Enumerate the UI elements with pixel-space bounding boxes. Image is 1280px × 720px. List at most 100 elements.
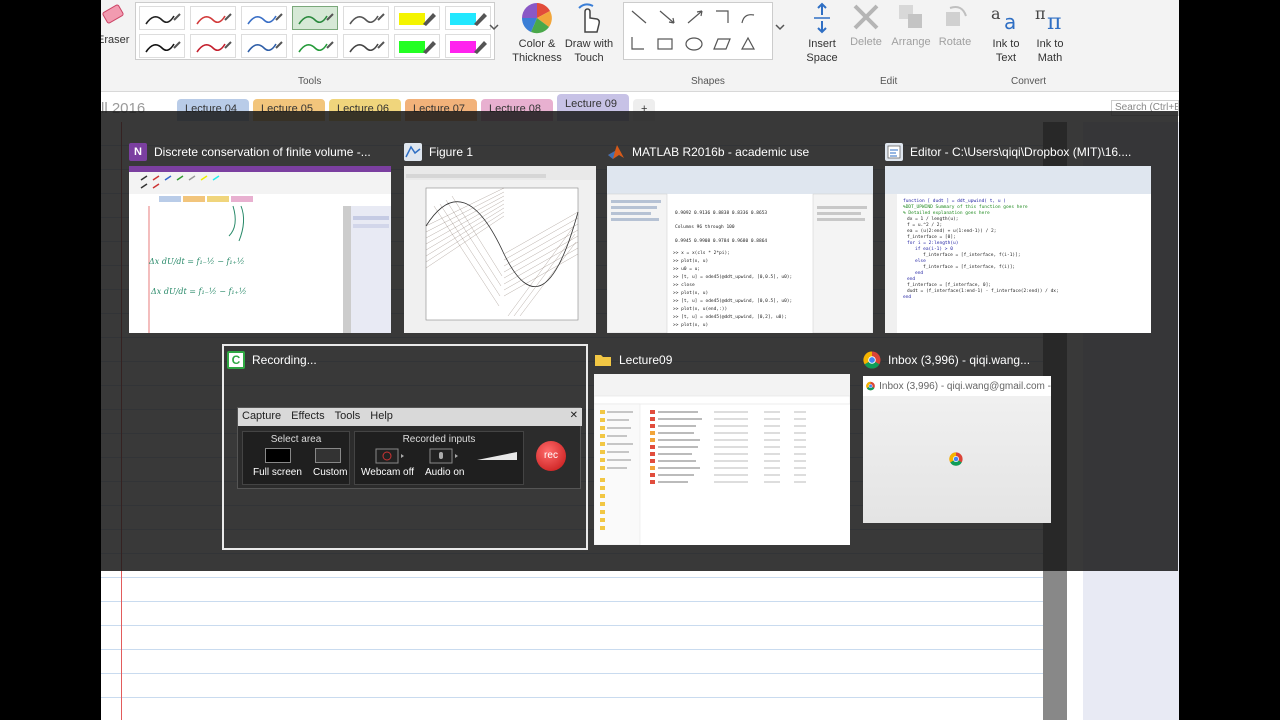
window-thumbnail <box>404 166 596 333</box>
shapes-gallery[interactable] <box>623 2 773 60</box>
svg-text:for i = 2:length(u): for i = 2:length(u) <box>907 240 958 246</box>
pen-gallery[interactable] <box>135 2 495 60</box>
window-title: Figure 1 <box>429 145 474 159</box>
arrange-icon <box>899 5 922 28</box>
full-screen-button[interactable]: Full screen <box>253 467 302 478</box>
menu-effects[interactable]: Effects <box>291 410 324 424</box>
shapes-more-icon[interactable] <box>775 22 785 32</box>
folder-icon <box>595 355 611 366</box>
chrome-icon <box>863 351 881 369</box>
svg-text:Δx dU/dt = f₁₋½ − f₁₊½: Δx dU/dt = f₁₋½ − f₁₊½ <box>150 287 247 296</box>
pen-swatch[interactable] <box>292 6 338 30</box>
arrange-button[interactable]: Arrange <box>889 2 933 49</box>
chrome-loading-logo-icon <box>949 452 963 466</box>
window-title: Editor - C:\Users\qiqi\Dropbox (MIT)\16.… <box>910 145 1132 159</box>
svg-text:>> u0 = u;: >> u0 = u; <box>673 266 700 272</box>
shapes-icons <box>631 10 756 51</box>
pen-stroke-icon <box>145 13 181 25</box>
window-title-bar: C Recording... <box>227 349 583 371</box>
task-window-figure1[interactable]: Figure 1 <box>404 141 596 333</box>
webcam-off-button[interactable]: Webcam off <box>361 467 414 478</box>
svg-text:a: a <box>1004 10 1016 34</box>
menu-help[interactable]: Help <box>370 410 393 424</box>
pen-stroke-icon <box>247 13 283 25</box>
svg-text:%DDT_UPWIND Summary of this fu: %DDT_UPWIND Summary of this function goe… <box>903 204 1028 210</box>
pen-swatch[interactable] <box>445 34 491 58</box>
delete-x-icon <box>853 4 879 30</box>
svg-text:a: a <box>991 4 1001 23</box>
gallery-more-icon[interactable] <box>489 22 499 32</box>
window-thumbnail: Δx dU/dt = f₁₋½ − f₁₊½ Δx dU/dt = f₁₋½ −… <box>129 166 391 333</box>
task-window-onenote[interactable]: N Discrete conservation of finite volume… <box>129 141 391 333</box>
microphone-icon[interactable] <box>429 448 459 464</box>
svg-text:if ea(i-1) > 0: if ea(i-1) > 0 <box>915 246 953 252</box>
menu-capture[interactable]: Capture <box>242 410 281 424</box>
pen-swatch[interactable] <box>343 34 389 58</box>
audio-on-button[interactable]: Audio on <box>425 467 464 478</box>
figure-thumbnail-art <box>404 166 596 321</box>
svg-text:dx = 1 / length(u);: dx = 1 / length(u); <box>907 216 958 222</box>
svg-text:f_interface = [f_interface, f(: f_interface = [f_interface, f(i-1)]; <box>923 252 1021 258</box>
window-title-bar: Figure 1 <box>404 141 596 163</box>
custom-button[interactable]: Custom <box>313 467 347 478</box>
window-title-bar: MATLAB R2016b - academic use <box>607 141 873 163</box>
ribbon: Eraser Color & Thickness Dr <box>101 0 1179 92</box>
pen-swatch[interactable] <box>190 34 236 58</box>
pen-swatch[interactable] <box>445 6 491 30</box>
webcam-icon[interactable] <box>375 448 405 464</box>
svg-text:>> close: >> close <box>673 282 695 288</box>
eraser-button[interactable]: Eraser <box>101 2 129 47</box>
pen-swatch[interactable] <box>343 6 389 30</box>
window-title: Inbox (3,996) - qiqi.wang... <box>888 353 1031 367</box>
pen-swatch[interactable] <box>241 34 287 58</box>
pen-swatch[interactable] <box>241 6 287 30</box>
matlab-thumbnail-art: 0.9092 0.9136 0.8838 0.8336 0.8653 Colum… <box>607 166 873 333</box>
task-window-explorer[interactable]: Lecture09 <box>594 349 850 545</box>
pen-swatch[interactable] <box>139 34 185 58</box>
ink-to-math-button[interactable]: π π Ink to Math <box>1029 2 1071 65</box>
ink-to-text-button[interactable]: a a Ink to Text <box>985 2 1027 65</box>
group-label-shapes: Shapes <box>691 76 725 87</box>
custom-area-icon[interactable] <box>315 448 341 463</box>
svg-text:f = u.^2 / 2;: f = u.^2 / 2; <box>907 222 942 228</box>
svg-text:ea = (u(2:end) + u(1:end-1)) /: ea = (u(2:end) + u(1:end-1)) / 2; <box>907 228 996 234</box>
pen-swatch[interactable] <box>394 34 440 58</box>
fullscreen-icon[interactable] <box>265 448 291 463</box>
draw-with-touch-button[interactable]: Draw with Touch <box>559 2 619 65</box>
group-label-tools: Tools <box>298 76 322 87</box>
svg-text:f_interface = [0];: f_interface = [0]; <box>907 234 956 240</box>
svg-text:>> [t, u] = ode45(@ddt_upwind,: >> [t, u] = ode45(@ddt_upwind, [0,0.5], … <box>673 298 792 304</box>
delete-label: Delete <box>850 36 882 48</box>
insert-space-label: Insert Space <box>806 38 838 64</box>
group-label-edit: Edit <box>880 76 898 87</box>
pen-swatch[interactable] <box>292 34 338 58</box>
ink-to-math-label: Ink to Math <box>1036 38 1064 64</box>
pen-stroke-icon <box>349 13 385 25</box>
rotate-button[interactable]: Rotate <box>933 2 977 49</box>
task-window-chrome[interactable]: Inbox (3,996) - qiqi.wang... Inbox (3,99… <box>863 349 1051 523</box>
svg-text:>> plot(x, u): >> plot(x, u) <box>673 322 708 328</box>
pen-stroke-icon <box>298 41 334 53</box>
pen-swatch[interactable] <box>394 6 440 30</box>
audio-level-slider[interactable] <box>477 450 517 462</box>
window-title-bar: Lecture09 <box>594 349 850 371</box>
task-window-recording[interactable]: C Recording... Capture Effects Tools Hel… <box>227 349 583 545</box>
delete-button[interactable]: Delete <box>846 2 886 49</box>
menu-tools[interactable]: Tools <box>335 410 361 424</box>
task-window-editor[interactable]: Editor - C:\Users\qiqi\Dropbox (MIT)\16.… <box>885 141 1151 333</box>
insert-space-icon <box>814 2 830 34</box>
window-thumbnail: function [ dudt ] = ddt_upwind( t, u ) %… <box>885 166 1151 333</box>
pen-swatch[interactable] <box>190 6 236 30</box>
rotate-label: Rotate <box>938 36 972 48</box>
svg-text:>> [t, u] = ode45(@ddt_upwind,: >> [t, u] = ode45(@ddt_upwind, [0,0.5], … <box>673 274 792 280</box>
task-window-matlab[interactable]: MATLAB R2016b - academic use 0.9092 0.91… <box>607 141 873 333</box>
pen-stroke-icon <box>247 41 283 53</box>
explorer-thumbnail-art <box>594 374 850 545</box>
pen-swatch[interactable] <box>139 6 185 30</box>
record-button[interactable]: rec <box>536 441 566 471</box>
close-icon[interactable]: ✕ <box>570 410 578 424</box>
insert-space-button[interactable]: Insert Space <box>801 2 843 65</box>
window-title-bar: N Discrete conservation of finite volume… <box>129 141 391 163</box>
ink-to-math-icon: π π <box>1035 4 1061 34</box>
window-title: Recording... <box>252 353 317 367</box>
